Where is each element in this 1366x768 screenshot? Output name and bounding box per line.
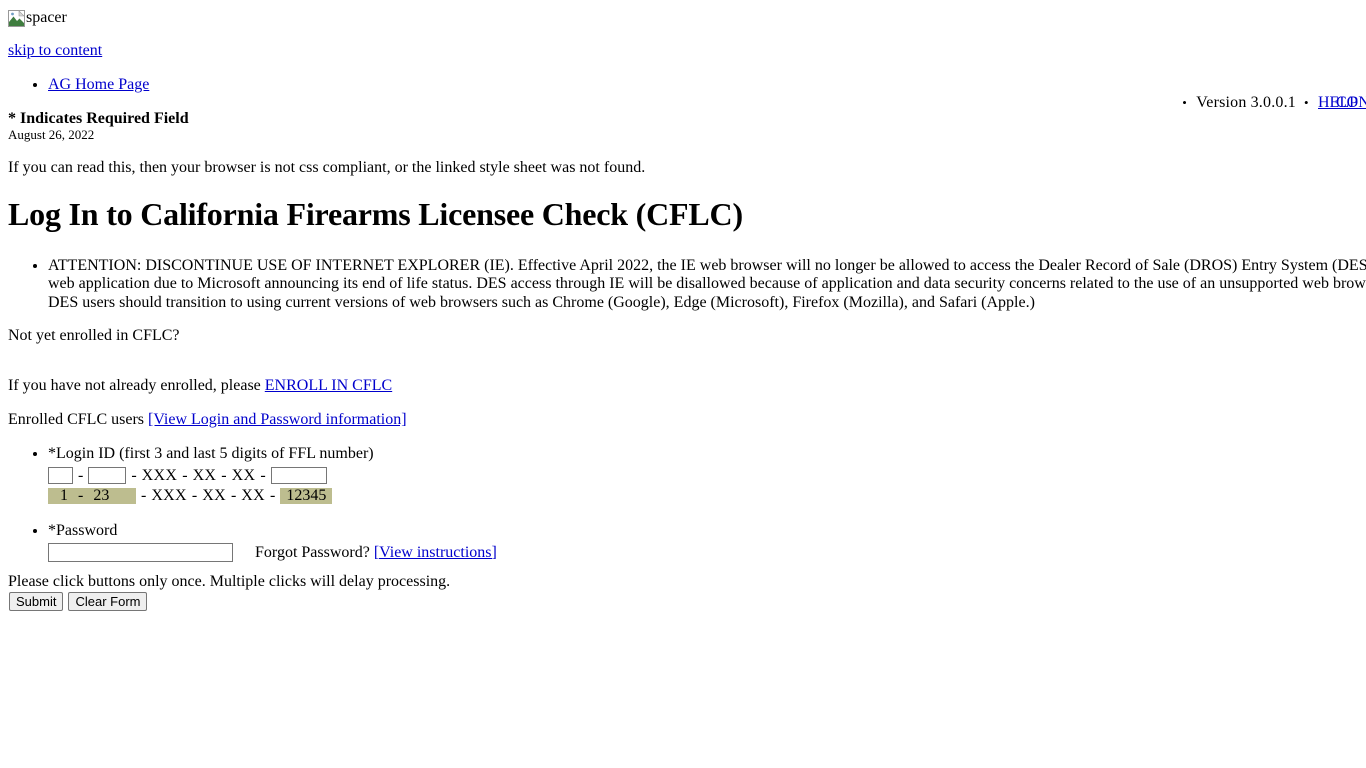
password-field-group: *Password Forgot Password? [View instruc… [48, 522, 497, 562]
example-separator-1: - [78, 486, 84, 504]
example-mask-xx-a: XX [202, 486, 226, 504]
attention-notice-list: ATTENTION: DISCONTINUE USE OF INTERNET E… [0, 257, 1366, 312]
ffl-mask-xx-b: XX [231, 466, 256, 484]
ffl-mask-xx-a: XX [192, 466, 217, 484]
skip-to-content-link[interactable]: skip to content [8, 42, 102, 59]
view-login-password-info-link[interactable]: [View Login and Password information] [148, 411, 407, 428]
example-separator-5: - [270, 486, 276, 504]
password-input[interactable] [48, 543, 233, 562]
page-title: Log In to California Firearms Licensee C… [8, 196, 743, 232]
skip-to-content-container: skip to content [8, 42, 102, 60]
form-actions: Submit Clear Form [9, 592, 148, 611]
example-part3: 12345 [280, 487, 333, 504]
example-mask-xxx: XXX [151, 486, 187, 504]
ffl-separator-3: - [182, 466, 188, 484]
ffl-part1-input[interactable] [48, 467, 73, 484]
example-separator-3: - [191, 486, 198, 504]
example-separator-4: - [230, 486, 237, 504]
current-date: August 26, 2022 [8, 127, 95, 142]
example-separator-2: - [141, 486, 147, 504]
forgot-password-line: Forgot Password? [View instructions] [255, 544, 497, 562]
login-id-input-row: - - XXX - XX - XX - [48, 465, 497, 486]
help-link[interactable]: HELP [1318, 94, 1358, 111]
primary-nav: AG Home Page [0, 76, 149, 94]
enroll-in-cflc-link[interactable]: ENROLL IN CFLC [265, 377, 392, 394]
spacer-alt-text: spacer [26, 9, 67, 26]
nav-item-ag-home: AG Home Page [48, 76, 149, 94]
help-contact-overlap-group: HELP CONTACT US [1318, 94, 1366, 112]
click-once-note: Please click buttons only once. Multiple… [8, 573, 451, 590]
password-label: *Password [48, 522, 118, 539]
ffl-separator-1: - [78, 466, 84, 484]
ffl-separator-5: - [260, 466, 266, 484]
ffl-separator-2: - [131, 466, 137, 484]
spacer-image-line: spacer [8, 9, 67, 27]
login-id-example-row: 1-23 - XXX - XX - XX - 12345 [48, 487, 497, 504]
required-field-note: * Indicates Required Field [8, 110, 189, 127]
enroll-prompt: If you have not already enrolled, please… [8, 377, 392, 395]
version-number: 3.0.0.1 [1250, 94, 1296, 111]
example-ffl-prefix: 1-23 [48, 486, 136, 504]
not-enrolled-question: Not yet enrolled in CFLC? [8, 327, 180, 344]
ffl-part3-input[interactable] [270, 467, 327, 484]
example-part2: 23 [93, 486, 110, 504]
credentials-field-list: *Login ID (first 3 and last 5 digits of … [0, 445, 497, 562]
ffl-separator-4: - [221, 466, 227, 484]
password-input-row: Forgot Password? [View instructions] [48, 543, 497, 562]
utility-nav: Version 3.0.0.1 HELP CONTACT US [1178, 94, 1366, 112]
version-item: Version 3.0.0.1 [1178, 94, 1296, 112]
version-label: Version [1196, 94, 1247, 111]
login-id-field-group: *Login ID (first 3 and last 5 digits of … [48, 445, 497, 504]
submit-button[interactable]: Submit [9, 592, 64, 611]
css-not-found-warning: If you can read this, then your browser … [8, 159, 646, 176]
enroll-prompt-text: If you have not already enrolled, please [8, 377, 265, 394]
ffl-mask-xxx: XXX [141, 466, 178, 484]
ag-home-page-link[interactable]: AG Home Page [48, 76, 149, 93]
ffl-part2-input[interactable] [88, 467, 127, 484]
attention-notice-item: ATTENTION: DISCONTINUE USE OF INTERNET E… [48, 257, 1366, 312]
enrolled-users-line: Enrolled CFLC users [View Login and Pass… [8, 411, 407, 429]
broken-image-icon [8, 9, 25, 27]
help-contact-item: HELP CONTACT US [1300, 94, 1366, 112]
example-part1: 1 [60, 486, 68, 504]
enrolled-users-text: Enrolled CFLC users [8, 411, 148, 428]
login-id-label: *Login ID (first 3 and last 5 digits of … [48, 445, 374, 462]
example-mask-xx-b: XX [241, 486, 265, 504]
clear-form-button[interactable]: Clear Form [68, 592, 148, 611]
forgot-password-text: Forgot Password? [255, 543, 374, 561]
view-instructions-link[interactable]: [View instructions] [374, 544, 497, 561]
